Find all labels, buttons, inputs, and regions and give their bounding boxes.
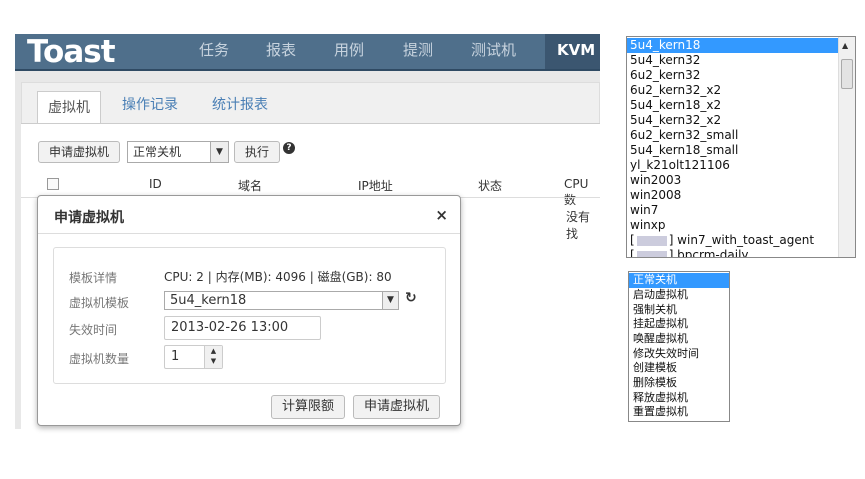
redacted-block xyxy=(636,250,667,257)
list-item[interactable]: 唤醒虚拟机 xyxy=(633,332,688,347)
list-item[interactable]: yl_k21olt121106 xyxy=(630,158,730,173)
nav-reports[interactable]: 报表 xyxy=(266,34,296,69)
list-item[interactable]: 重置虚拟机 xyxy=(633,405,688,420)
nav-submit-test[interactable]: 提测 xyxy=(403,34,433,69)
vm-list-scrollbar[interactable]: ▲ xyxy=(838,37,855,257)
template-label: 虚拟机模板 xyxy=(69,296,130,310)
vm-count-label: 虚拟机数量 xyxy=(69,352,130,366)
list-item[interactable]: 6u2_kern32_x2 xyxy=(630,83,721,98)
chevron-down-icon: ▼ xyxy=(382,292,398,309)
scroll-up-icon[interactable]: ▲ xyxy=(842,41,848,50)
list-item[interactable]: 挂起虚拟机 xyxy=(633,317,688,332)
submit-apply-vm-button[interactable]: 申请虚拟机 xyxy=(353,395,441,419)
template-detail-label: 模板详情 xyxy=(69,271,118,285)
template-detail-value: CPU: 2 | 内存(MB): 4096 | 磁盘(GB): 80 xyxy=(164,270,392,284)
chevron-down-icon: ▼ xyxy=(210,142,228,162)
dialog-form: 模板详情 CPU: 2 | 内存(MB): 4096 | 磁盘(GB): 80 … xyxy=(53,247,446,384)
col-ip: IP地址 xyxy=(358,179,393,193)
list-item[interactable]: 修改失效时间 xyxy=(633,347,699,362)
apply-vm-dialog: 申请虚拟机 × 模板详情 CPU: 2 | 内存(MB): 4096 | 磁盘(… xyxy=(37,195,461,426)
list-item[interactable]: 6u2_kern32_small xyxy=(630,128,738,143)
list-item[interactable]: win2008 xyxy=(630,188,681,203)
list-item[interactable]: [] win7_with_toast_agent xyxy=(630,233,814,248)
list-item[interactable]: win2003 xyxy=(630,173,681,188)
list-item[interactable]: 删除模板 xyxy=(633,376,677,391)
toast-logo[interactable]: Toast xyxy=(27,34,116,71)
close-icon[interactable]: × xyxy=(435,206,448,224)
tab-statistics[interactable]: 统计报表 xyxy=(212,94,268,114)
top-navbar: Toast 任务 报表 用例 提测 测试机 KVM xyxy=(15,34,600,71)
template-select[interactable]: 5u4_kern18 ▼ xyxy=(164,291,399,310)
list-item[interactable]: 5u4_kern32_x2 xyxy=(630,113,721,128)
empty-table-text: 没有找 xyxy=(566,210,591,241)
action-options-listbox[interactable]: 正常关机 启动虚拟机 强制关机 挂起虚拟机 唤醒虚拟机 修改失效时间 创建模板 … xyxy=(628,271,730,422)
tab-vms[interactable]: 虚拟机 xyxy=(37,91,101,125)
select-all-checkbox[interactable] xyxy=(47,178,59,190)
dialog-header: 申请虚拟机 × xyxy=(38,196,460,234)
list-item[interactable]: 正常关机 xyxy=(629,273,729,288)
nav-kvm[interactable]: KVM xyxy=(545,34,600,69)
list-item[interactable]: 5u4_kern18_x2 xyxy=(630,98,721,113)
expire-time-input[interactable]: 2013-02-26 13:00 xyxy=(164,316,321,340)
nav-cases[interactable]: 用例 xyxy=(334,34,364,69)
template-select-value: 5u4_kern18 xyxy=(170,293,247,308)
action-select[interactable]: 正常关机 ▼ xyxy=(127,141,229,163)
help-icon[interactable]: ? xyxy=(283,142,295,154)
tab-bar: 虚拟机 操作记录 统计报表 xyxy=(21,82,600,125)
redacted-block xyxy=(636,235,667,246)
vm-count-stepper[interactable]: 1 ▲ ▼ xyxy=(164,345,223,369)
list-item[interactable]: 强制关机 xyxy=(633,303,677,318)
execute-button[interactable]: 执行 xyxy=(234,141,281,163)
tab-operation-log[interactable]: 操作记录 xyxy=(122,94,178,114)
spinner-up-icon[interactable]: ▲ xyxy=(205,346,222,356)
spinner-down-icon[interactable]: ▼ xyxy=(205,356,222,366)
action-select-value: 正常关机 xyxy=(133,145,182,159)
apply-vm-button[interactable]: 申请虚拟机 xyxy=(38,141,121,163)
list-item[interactable]: 释放虚拟机 xyxy=(633,391,688,406)
col-domain: 域名 xyxy=(238,179,263,193)
list-item[interactable]: winxp xyxy=(630,218,665,233)
list-item[interactable]: 创建模板 xyxy=(633,361,677,376)
nav-test-machines[interactable]: 测试机 xyxy=(471,34,516,69)
col-id: ID xyxy=(149,177,162,191)
refresh-icon[interactable]: ↻ xyxy=(405,290,417,306)
list-item[interactable]: 5u4_kern18_small xyxy=(630,143,738,158)
dialog-title: 申请虚拟机 xyxy=(54,210,124,226)
list-item[interactable]: 5u4_kern18 xyxy=(627,38,838,53)
scroll-thumb[interactable] xyxy=(841,59,853,89)
calc-quota-button[interactable]: 计算限额 xyxy=(271,395,346,419)
list-item[interactable]: 启动虚拟机 xyxy=(633,288,688,303)
vm-count-spinner[interactable]: ▲ ▼ xyxy=(204,346,222,368)
nav-tasks[interactable]: 任务 xyxy=(199,34,229,69)
vm-template-listbox[interactable]: 5u4_kern18 5u4_kern32 6u2_kern32 6u2_ker… xyxy=(626,36,856,258)
vm-count-value: 1 xyxy=(171,349,180,364)
list-item[interactable]: win7 xyxy=(630,203,658,218)
list-item[interactable]: 5u4_kern32 xyxy=(630,53,700,68)
expire-time-label: 失效时间 xyxy=(69,323,118,337)
col-status: 状态 xyxy=(478,179,503,193)
col-cpu: CPU数 xyxy=(564,177,589,207)
list-item[interactable]: [] bpcrm-daily xyxy=(630,248,749,257)
list-item[interactable]: 6u2_kern32 xyxy=(630,68,700,83)
